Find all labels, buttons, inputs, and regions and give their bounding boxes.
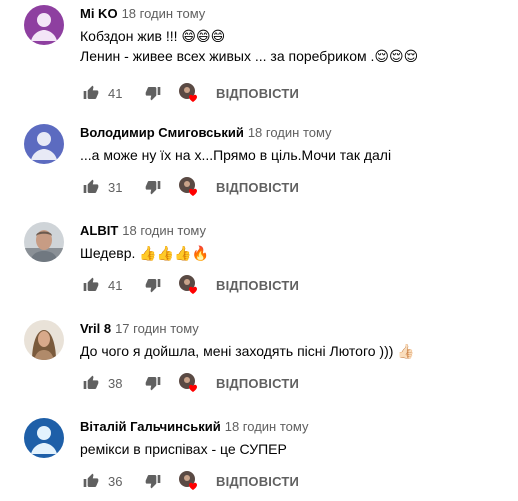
reply-button[interactable]: ВІДПОВІСТИ <box>216 376 299 391</box>
creator-heart-icon <box>178 470 200 492</box>
author-name[interactable]: Володимир Смиговський <box>80 125 244 140</box>
avatar[interactable] <box>24 222 64 262</box>
comment-line: Шедевр. 👍👍👍🔥 <box>80 245 209 261</box>
reply-button[interactable]: ВІДПОВІСТИ <box>216 278 299 293</box>
comment-time[interactable]: 18 годин тому <box>225 419 309 434</box>
dislike-icon[interactable] <box>142 372 164 394</box>
like-icon[interactable] <box>80 470 102 492</box>
comment-line: ...а може ну їх на х...Прямо в ціль.Мочи… <box>80 147 392 163</box>
like-count: 41 <box>108 85 123 101</box>
comment-header: Віталій Гальчинський 18 годин тому <box>80 418 504 436</box>
action-toolbar: 31 ВІДПОВІСТИ <box>80 175 299 199</box>
creator-heart-icon <box>178 274 200 296</box>
comment-text: ...а може ну їх на х...Прямо в ціль.Мочи… <box>80 145 504 165</box>
author-name[interactable]: Mi KO <box>80 6 118 21</box>
comment-text: ремікси в приспівах - це СУПЕР <box>80 439 504 459</box>
creator-heart-icon <box>178 372 200 394</box>
like-count: 31 <box>108 179 123 195</box>
comment-time[interactable]: 18 годин тому <box>248 125 332 140</box>
reply-button[interactable]: ВІДПОВІСТИ <box>216 86 299 101</box>
comment-time[interactable]: 17 годин тому <box>115 321 199 336</box>
avatar[interactable] <box>24 5 64 45</box>
like-icon[interactable] <box>80 274 102 296</box>
comment-header: Mi KO 18 годин тому <box>80 5 504 23</box>
reply-button[interactable]: ВІДПОВІСТИ <box>216 474 299 489</box>
author-name[interactable]: Віталій Гальчинський <box>80 419 221 434</box>
creator-heart-icon <box>178 82 200 104</box>
action-toolbar: 36 ВІДПОВІСТИ <box>80 469 299 493</box>
comment-header: Vril 8 17 годин тому <box>80 320 504 338</box>
avatar[interactable] <box>24 124 64 164</box>
comment-body: Володимир Смиговський 18 годин тому ...а … <box>80 124 504 165</box>
author-name[interactable]: Vril 8 <box>80 321 111 336</box>
action-toolbar: 41 ВІДПОВІСТИ <box>80 81 299 105</box>
like-count: 36 <box>108 473 123 489</box>
comment-body: Vril 8 17 годин тому До чого я дойшла, ме… <box>80 320 504 361</box>
comment-line: Ленин - живее всех живых ... за поребрик… <box>80 48 419 64</box>
comment-body: Віталій Гальчинський 18 годин тому ремікс… <box>80 418 504 459</box>
dislike-icon[interactable] <box>142 82 164 104</box>
action-toolbar: 41 ВІДПОВІСТИ <box>80 273 299 297</box>
comment-line: До чого я дойшла, мені заходять пісні Лю… <box>80 343 415 359</box>
comment-line: ремікси в приспівах - це СУПЕР <box>80 441 287 457</box>
dislike-icon[interactable] <box>142 470 164 492</box>
comment-text: Кобздон жив !!! 😄😄😄 Ленин - живее всех ж… <box>80 26 504 66</box>
comment-text: Шедевр. 👍👍👍🔥 <box>80 243 504 263</box>
like-icon[interactable] <box>80 372 102 394</box>
comment-time[interactable]: 18 годин тому <box>122 6 206 21</box>
like-icon[interactable] <box>80 176 102 198</box>
avatar[interactable] <box>24 418 64 458</box>
like-count: 41 <box>108 277 123 293</box>
comment-line: Кобздон жив !!! 😄😄😄 <box>80 28 226 44</box>
comment-header: ALBIT 18 годин тому <box>80 222 504 240</box>
comment-body: ALBIT 18 годин тому Шедевр. 👍👍👍🔥 <box>80 222 504 263</box>
like-icon[interactable] <box>80 82 102 104</box>
comment-time[interactable]: 18 годин тому <box>122 223 206 238</box>
author-name[interactable]: ALBIT <box>80 223 118 238</box>
comment-header: Володимир Смиговський 18 годин тому <box>80 124 504 142</box>
avatar[interactable] <box>24 320 64 360</box>
action-toolbar: 38 ВІДПОВІСТИ <box>80 371 299 395</box>
comment-body: Mi KO 18 годин тому Кобздон жив !!! 😄😄😄 Л… <box>80 5 504 66</box>
like-count: 38 <box>108 375 123 391</box>
dislike-icon[interactable] <box>142 176 164 198</box>
creator-heart-icon <box>178 176 200 198</box>
reply-button[interactable]: ВІДПОВІСТИ <box>216 180 299 195</box>
dislike-icon[interactable] <box>142 274 164 296</box>
comment-text: До чого я дойшла, мені заходять пісні Лю… <box>80 341 504 361</box>
